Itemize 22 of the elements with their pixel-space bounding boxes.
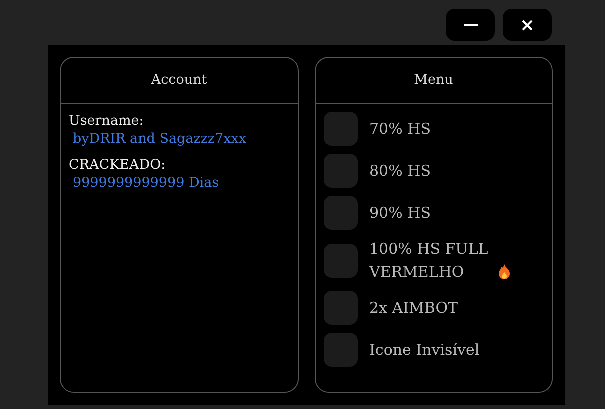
checkbox[interactable] <box>324 333 358 367</box>
checkbox[interactable] <box>324 196 358 230</box>
option-label: 80% HS <box>370 160 431 182</box>
checkbox[interactable] <box>324 291 358 325</box>
field-value: 9999999999999 Dias <box>72 174 220 192</box>
field-label: Username: <box>69 112 145 130</box>
field-label: CRACKEADO: <box>69 156 167 174</box>
option-label: 100% HS FULL VERMELHO <box>370 238 490 282</box>
checkbox[interactable] <box>324 112 358 146</box>
option-label: Icone Invisível <box>370 340 480 360</box>
option-label: 90% HS <box>370 202 431 224</box>
option-label: 70% HS <box>370 118 431 140</box>
close-icon <box>522 20 533 30</box>
field-value: byDRIR and Sagazzz7xxx <box>72 130 248 148</box>
checkbox[interactable] <box>324 244 358 278</box>
minimize-icon <box>464 24 478 26</box>
close-button[interactable] <box>503 9 552 41</box>
option-label: 2x AIMBOT <box>370 298 458 318</box>
panel-title: Account <box>151 71 208 90</box>
minimize-button[interactable] <box>446 9 495 41</box>
checkbox[interactable] <box>324 154 358 188</box>
panel-title: Menu <box>414 71 454 90</box>
